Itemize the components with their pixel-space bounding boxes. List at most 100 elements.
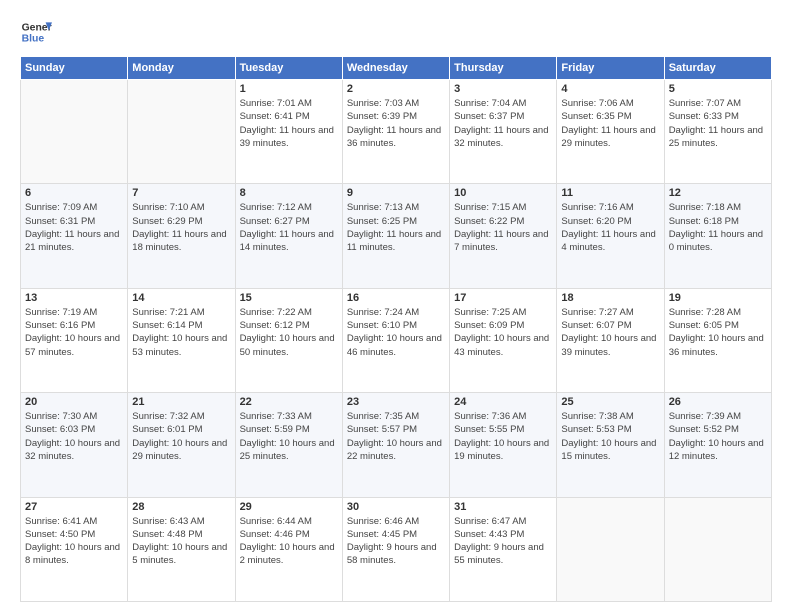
day-cell: 10Sunrise: 7:15 AMSunset: 6:22 PMDayligh… bbox=[450, 184, 557, 288]
day-number: 11 bbox=[561, 187, 659, 199]
day-number: 30 bbox=[347, 501, 445, 513]
weekday-header-saturday: Saturday bbox=[664, 57, 771, 80]
weekday-header-friday: Friday bbox=[557, 57, 664, 80]
day-number: 23 bbox=[347, 396, 445, 408]
weekday-header-tuesday: Tuesday bbox=[235, 57, 342, 80]
day-info: Sunrise: 7:30 AMSunset: 6:03 PMDaylight:… bbox=[25, 410, 123, 463]
day-info: Sunrise: 6:43 AMSunset: 4:48 PMDaylight:… bbox=[132, 515, 230, 568]
day-info: Sunrise: 6:47 AMSunset: 4:43 PMDaylight:… bbox=[454, 515, 552, 568]
day-cell: 3 Sunrise: 7:04 AMSunset: 6:37 PMDaylight… bbox=[450, 80, 557, 184]
day-number: 28 bbox=[132, 501, 230, 513]
day-cell: 4 Sunrise: 7:06 AMSunset: 6:35 PMDaylight… bbox=[557, 80, 664, 184]
day-number: 10 bbox=[454, 187, 552, 199]
week-row-5: 27 Sunrise: 6:41 AMSunset: 4:50 PMDayligh… bbox=[21, 497, 772, 601]
day-cell: 20 Sunrise: 7:30 AMSunset: 6:03 PMDayligh… bbox=[21, 393, 128, 497]
day-info: Sunrise: 7:35 AMSunset: 5:57 PMDaylight:… bbox=[347, 410, 445, 463]
day-number: 14 bbox=[132, 292, 230, 304]
day-info: Sunrise: 7:39 AMSunset: 5:52 PMDaylight:… bbox=[669, 410, 767, 463]
day-cell: 21 Sunrise: 7:32 AMSunset: 6:01 PMDayligh… bbox=[128, 393, 235, 497]
day-cell: 23 Sunrise: 7:35 AMSunset: 5:57 PMDayligh… bbox=[342, 393, 449, 497]
day-number: 7 bbox=[132, 187, 230, 199]
day-number: 8 bbox=[240, 187, 338, 199]
day-info: Sunrise: 7:32 AMSunset: 6:01 PMDaylight:… bbox=[132, 410, 230, 463]
day-number: 1 bbox=[240, 83, 338, 95]
day-cell: 12 Sunrise: 7:18 AMSunset: 6:18 PMDayligh… bbox=[664, 184, 771, 288]
weekday-header-thursday: Thursday bbox=[450, 57, 557, 80]
day-number: 4 bbox=[561, 83, 659, 95]
day-number: 20 bbox=[25, 396, 123, 408]
day-info: Sunrise: 7:28 AMSunset: 6:05 PMDaylight:… bbox=[669, 306, 767, 359]
weekday-header-sunday: Sunday bbox=[21, 57, 128, 80]
day-number: 3 bbox=[454, 83, 552, 95]
logo-icon: General Blue bbox=[20, 16, 52, 48]
day-info: Sunrise: 7:09 AMSunset: 6:31 PMDaylight:… bbox=[25, 201, 123, 254]
day-cell: 7 Sunrise: 7:10 AMSunset: 6:29 PMDaylight… bbox=[128, 184, 235, 288]
week-row-2: 6 Sunrise: 7:09 AMSunset: 6:31 PMDaylight… bbox=[21, 184, 772, 288]
day-cell bbox=[557, 497, 664, 601]
day-cell: 15Sunrise: 7:22 AMSunset: 6:12 PMDayligh… bbox=[235, 288, 342, 392]
week-row-4: 20 Sunrise: 7:30 AMSunset: 6:03 PMDayligh… bbox=[21, 393, 772, 497]
day-cell bbox=[664, 497, 771, 601]
day-cell: 6 Sunrise: 7:09 AMSunset: 6:31 PMDaylight… bbox=[21, 184, 128, 288]
day-info: Sunrise: 7:03 AMSunset: 6:39 PMDaylight:… bbox=[347, 97, 445, 150]
page: General Blue SundayMondayTuesdayWednesda… bbox=[0, 0, 792, 612]
day-info: Sunrise: 7:10 AMSunset: 6:29 PMDaylight:… bbox=[132, 201, 230, 254]
day-info: Sunrise: 7:24 AMSunset: 6:10 PMDaylight:… bbox=[347, 306, 445, 359]
day-cell: 19 Sunrise: 7:28 AMSunset: 6:05 PMDayligh… bbox=[664, 288, 771, 392]
day-info: Sunrise: 7:19 AMSunset: 6:16 PMDaylight:… bbox=[25, 306, 123, 359]
day-cell: 27 Sunrise: 6:41 AMSunset: 4:50 PMDayligh… bbox=[21, 497, 128, 601]
day-number: 2 bbox=[347, 83, 445, 95]
day-info: Sunrise: 7:18 AMSunset: 6:18 PMDaylight:… bbox=[669, 201, 767, 254]
day-cell: 30Sunrise: 6:46 AMSunset: 4:45 PMDayligh… bbox=[342, 497, 449, 601]
day-number: 13 bbox=[25, 292, 123, 304]
day-cell: 18 Sunrise: 7:27 AMSunset: 6:07 PMDayligh… bbox=[557, 288, 664, 392]
day-cell: 9Sunrise: 7:13 AMSunset: 6:25 PMDaylight… bbox=[342, 184, 449, 288]
day-cell bbox=[21, 80, 128, 184]
day-number: 25 bbox=[561, 396, 659, 408]
day-cell: 22Sunrise: 7:33 AMSunset: 5:59 PMDayligh… bbox=[235, 393, 342, 497]
day-cell: 29 Sunrise: 6:44 AMSunset: 4:46 PMDayligh… bbox=[235, 497, 342, 601]
day-cell: 31 Sunrise: 6:47 AMSunset: 4:43 PMDayligh… bbox=[450, 497, 557, 601]
day-info: Sunrise: 7:38 AMSunset: 5:53 PMDaylight:… bbox=[561, 410, 659, 463]
day-cell: 28 Sunrise: 6:43 AMSunset: 4:48 PMDayligh… bbox=[128, 497, 235, 601]
svg-text:Blue: Blue bbox=[22, 34, 45, 45]
day-cell: 13 Sunrise: 7:19 AMSunset: 6:16 PMDayligh… bbox=[21, 288, 128, 392]
day-cell: 14 Sunrise: 7:21 AMSunset: 6:14 PMDayligh… bbox=[128, 288, 235, 392]
day-info: Sunrise: 7:33 AMSunset: 5:59 PMDaylight:… bbox=[240, 410, 338, 463]
day-info: Sunrise: 6:41 AMSunset: 4:50 PMDaylight:… bbox=[25, 515, 123, 568]
day-info: Sunrise: 7:25 AMSunset: 6:09 PMDaylight:… bbox=[454, 306, 552, 359]
day-number: 5 bbox=[669, 83, 767, 95]
day-info: Sunrise: 6:44 AMSunset: 4:46 PMDaylight:… bbox=[240, 515, 338, 568]
day-number: 21 bbox=[132, 396, 230, 408]
day-number: 19 bbox=[669, 292, 767, 304]
day-info: Sunrise: 7:27 AMSunset: 6:07 PMDaylight:… bbox=[561, 306, 659, 359]
day-info: Sunrise: 7:07 AMSunset: 6:33 PMDaylight:… bbox=[669, 97, 767, 150]
day-number: 12 bbox=[669, 187, 767, 199]
day-info: Sunrise: 7:16 AMSunset: 6:20 PMDaylight:… bbox=[561, 201, 659, 254]
day-cell: 8 Sunrise: 7:12 AMSunset: 6:27 PMDaylight… bbox=[235, 184, 342, 288]
day-cell: 25 Sunrise: 7:38 AMSunset: 5:53 PMDayligh… bbox=[557, 393, 664, 497]
day-cell: 16Sunrise: 7:24 AMSunset: 6:10 PMDayligh… bbox=[342, 288, 449, 392]
day-info: Sunrise: 7:06 AMSunset: 6:35 PMDaylight:… bbox=[561, 97, 659, 150]
day-info: Sunrise: 7:21 AMSunset: 6:14 PMDaylight:… bbox=[132, 306, 230, 359]
day-number: 6 bbox=[25, 187, 123, 199]
week-row-3: 13 Sunrise: 7:19 AMSunset: 6:16 PMDayligh… bbox=[21, 288, 772, 392]
day-cell: 26Sunrise: 7:39 AMSunset: 5:52 PMDayligh… bbox=[664, 393, 771, 497]
day-info: Sunrise: 7:12 AMSunset: 6:27 PMDaylight:… bbox=[240, 201, 338, 254]
header: General Blue bbox=[20, 16, 772, 48]
day-number: 18 bbox=[561, 292, 659, 304]
weekday-header-wednesday: Wednesday bbox=[342, 57, 449, 80]
day-cell: 5 Sunrise: 7:07 AMSunset: 6:33 PMDaylight… bbox=[664, 80, 771, 184]
day-number: 24 bbox=[454, 396, 552, 408]
day-cell: 17Sunrise: 7:25 AMSunset: 6:09 PMDayligh… bbox=[450, 288, 557, 392]
day-info: Sunrise: 7:36 AMSunset: 5:55 PMDaylight:… bbox=[454, 410, 552, 463]
day-number: 15 bbox=[240, 292, 338, 304]
day-number: 27 bbox=[25, 501, 123, 513]
day-number: 31 bbox=[454, 501, 552, 513]
day-cell: 1Sunrise: 7:01 AMSunset: 6:41 PMDaylight… bbox=[235, 80, 342, 184]
day-info: Sunrise: 7:04 AMSunset: 6:37 PMDaylight:… bbox=[454, 97, 552, 150]
day-cell: 24 Sunrise: 7:36 AMSunset: 5:55 PMDayligh… bbox=[450, 393, 557, 497]
weekday-header-monday: Monday bbox=[128, 57, 235, 80]
day-number: 29 bbox=[240, 501, 338, 513]
week-row-1: 1Sunrise: 7:01 AMSunset: 6:41 PMDaylight… bbox=[21, 80, 772, 184]
